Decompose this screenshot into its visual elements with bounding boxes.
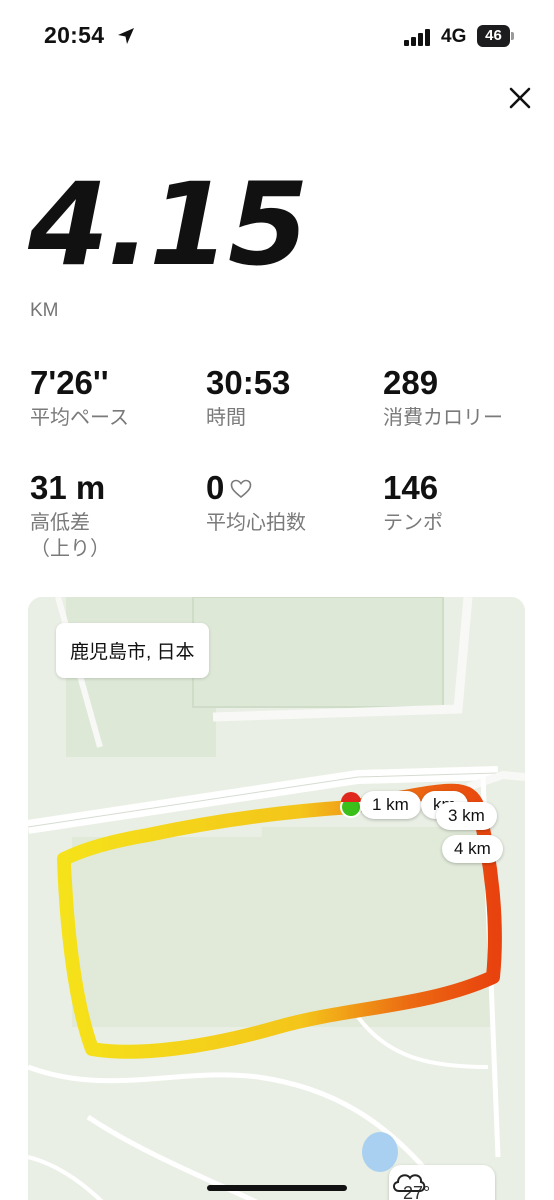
map-canvas — [28, 597, 525, 1200]
status-bar: 20:54 4G 46 — [0, 0, 554, 70]
elevation-label: 高低差 （上り） — [30, 512, 110, 561]
stat-duration: 30:53 時間 — [206, 366, 290, 431]
km-marker-1: 1 km — [360, 791, 421, 819]
stat-calories: 289 消費カロリー — [383, 366, 503, 431]
stat-avg-pace: 7'26'' 平均ペース — [30, 366, 129, 431]
km-marker-3: 3 km — [436, 802, 497, 830]
stat-cadence: 146 テンポ — [383, 471, 443, 536]
km-marker-4: 4 km — [442, 835, 503, 863]
avg-pace-value: 7'26'' — [30, 364, 109, 401]
map-location-label: 鹿児島市, 日本 — [56, 623, 209, 678]
heart-rate-label: 平均心拍数 — [206, 512, 306, 534]
status-time: 20:54 — [44, 22, 105, 48]
heart-rate-row: 0 — [206, 471, 306, 504]
heart-icon — [231, 479, 252, 498]
distance-value: 4.15 — [28, 158, 309, 291]
network-type: 4G — [441, 26, 467, 47]
heart-rate-value: 0 — [206, 469, 225, 506]
close-icon[interactable] — [503, 81, 537, 115]
duration-label: 時間 — [206, 407, 246, 429]
elevation-value: 31 m — [30, 469, 106, 506]
stat-elevation: 31 m 高低差 （上り） — [30, 471, 110, 563]
battery-icon: 46 — [477, 25, 514, 47]
signal-icon — [404, 28, 432, 46]
stat-heart-rate: 0 平均心拍数 — [206, 471, 306, 536]
route-map[interactable]: 鹿児島市, 日本 1 km km 3 km 4 km 27° — [28, 597, 525, 1200]
cadence-label: テンポ — [383, 512, 443, 534]
battery-level: 46 — [477, 25, 510, 47]
home-indicator[interactable] — [207, 1185, 347, 1191]
cloud-icon — [393, 1174, 426, 1192]
avg-pace-label: 平均ペース — [30, 407, 129, 429]
weather-badge: 27° — [389, 1165, 495, 1200]
calories-value: 289 — [383, 364, 439, 401]
location-arrow-icon — [118, 28, 134, 44]
distance-unit: KM — [30, 300, 59, 321]
duration-value: 30:53 — [206, 364, 291, 401]
calories-label: 消費カロリー — [383, 407, 503, 429]
cadence-value: 146 — [383, 469, 439, 506]
